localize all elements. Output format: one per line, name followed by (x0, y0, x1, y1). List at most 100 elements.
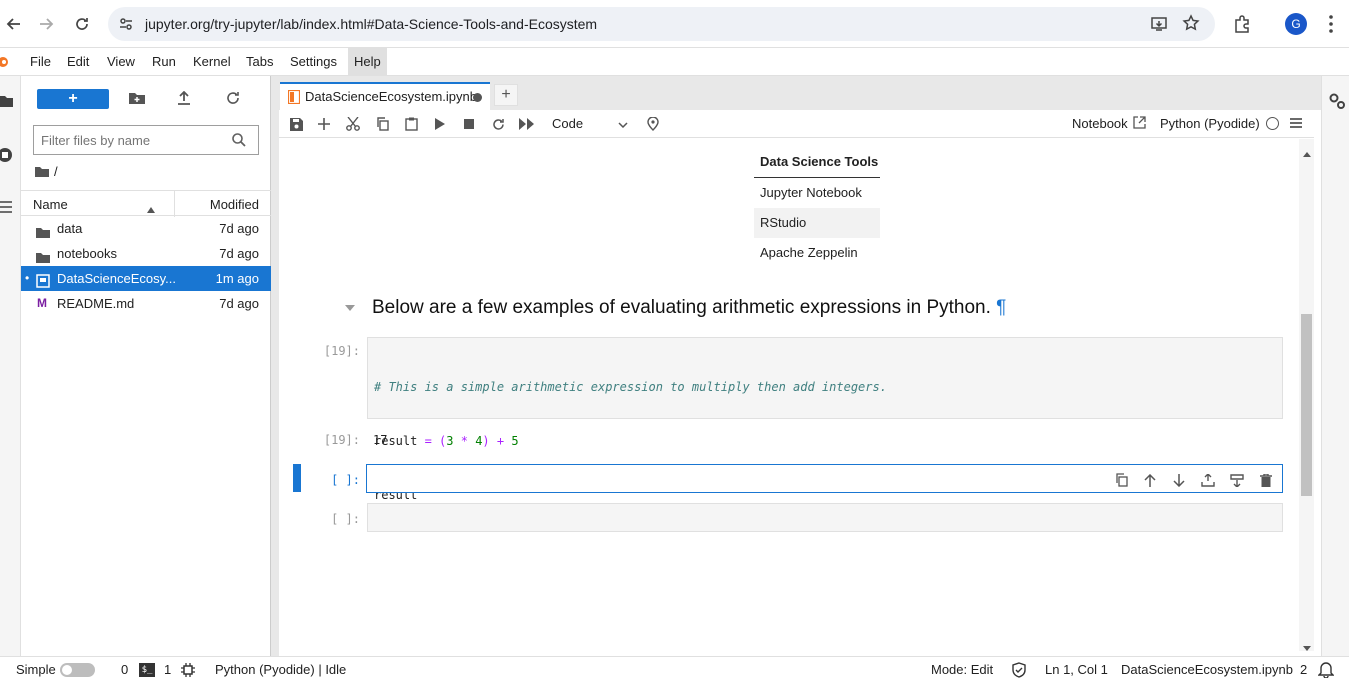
duplicate-cell-icon[interactable] (1110, 469, 1132, 491)
folder-tab-icon[interactable] (0, 94, 14, 111)
notebook-tab-icon (287, 89, 301, 107)
profile-avatar[interactable]: G (1285, 13, 1307, 35)
chevron-down-icon (618, 117, 628, 132)
delete-cell-icon[interactable] (1255, 469, 1277, 491)
stop-icon[interactable] (459, 114, 479, 134)
move-down-icon[interactable] (1168, 469, 1190, 491)
browser-bar: jupyter.org/try-jupyter/lab/index.html#D… (0, 0, 1349, 48)
code-cell-input[interactable] (367, 503, 1283, 532)
browser-menu-icon[interactable] (1324, 13, 1338, 35)
upload-icon[interactable] (177, 90, 191, 108)
running-tab-icon[interactable] (0, 146, 14, 167)
toc-tab-icon[interactable] (0, 200, 12, 217)
scrollbar-thumb[interactable] (1301, 314, 1312, 496)
insert-above-icon[interactable] (1197, 469, 1219, 491)
simple-mode-label: Simple (16, 662, 56, 677)
column-name[interactable]: Name (33, 197, 68, 212)
cut-icon[interactable] (343, 114, 363, 134)
kernel-status[interactable]: Python (Pyodide) | Idle (215, 662, 346, 677)
hamburger-menu-icon[interactable] (1290, 117, 1302, 132)
menu-file[interactable]: File (24, 48, 57, 76)
menu-kernel[interactable]: Kernel (187, 48, 237, 76)
code-cell-input[interactable]: # This is a simple arithmetic expression… (367, 337, 1283, 502)
external-link-icon[interactable] (1133, 116, 1146, 132)
bookmark-star-icon[interactable] (1182, 14, 1200, 35)
file-modified: 7d ago (219, 246, 259, 261)
heading-anchor-link[interactable]: ¶ (996, 297, 1006, 318)
scroll-up-icon[interactable] (1303, 145, 1311, 160)
breadcrumb[interactable]: / (54, 164, 58, 179)
tab-title: DataScienceEcosystem.ipynb (305, 89, 477, 104)
terminal-icon[interactable]: $_ (139, 663, 155, 677)
run-icon[interactable] (430, 114, 450, 134)
file-name: README.md (57, 296, 135, 311)
collapse-heading-icon[interactable] (345, 300, 355, 315)
file-name: DataScienceEcosy... (57, 271, 176, 286)
search-icon (232, 133, 246, 150)
shield-check-icon[interactable] (1012, 662, 1026, 681)
kernel-chip-icon[interactable] (181, 663, 195, 680)
kernel-name[interactable]: Python (Pyodide) (1160, 116, 1260, 131)
notebook-content: Data Science Tools Jupyter Notebook RStu… (279, 139, 1314, 651)
move-up-icon[interactable] (1139, 469, 1161, 491)
extensions-icon[interactable] (1232, 14, 1252, 37)
scrollbar[interactable] (1299, 139, 1314, 651)
address-bar[interactable]: jupyter.org/try-jupyter/lab/index.html#D… (108, 7, 1215, 41)
sort-ascending-icon (147, 201, 155, 216)
edit-mode: Mode: Edit (931, 662, 994, 677)
menu-view[interactable]: View (101, 48, 141, 76)
cell-type-select[interactable]: Code (546, 113, 630, 135)
menu-settings[interactable]: Settings (284, 48, 343, 76)
kernel-count: 1 (164, 662, 172, 677)
reload-icon[interactable] (68, 10, 96, 38)
menu-tabs[interactable]: Tabs (240, 48, 279, 76)
kernel-status-icon (1266, 117, 1279, 130)
insert-cell-icon[interactable] (314, 114, 334, 134)
install-app-icon[interactable] (1150, 15, 1168, 36)
forward-icon[interactable] (32, 10, 60, 38)
file-filter-box[interactable] (33, 125, 259, 155)
tab-notebook[interactable]: DataScienceEcosystem.ipynb (280, 82, 490, 110)
file-list-header: Name Modified (21, 190, 271, 217)
table-row: Apache Zeppelin (760, 245, 858, 260)
refresh-icon[interactable] (226, 91, 240, 108)
property-inspector-icon[interactable] (1328, 92, 1346, 113)
scroll-down-icon[interactable] (1303, 639, 1311, 651)
markdown-heading: Below are a few examples of evaluating a… (372, 297, 1006, 319)
file-row-readme[interactable]: M README.md 7d ago (21, 291, 271, 316)
restart-run-all-icon[interactable] (517, 114, 537, 134)
unsaved-dot-icon[interactable] (473, 93, 482, 102)
cursor-position[interactable]: Ln 1, Col 1 (1045, 662, 1108, 677)
cell-prompt: [19]: (323, 344, 360, 358)
breadcrumb-folder-icon[interactable] (35, 166, 49, 181)
site-settings-icon[interactable] (118, 16, 134, 35)
file-row-selected-notebook[interactable]: • DataScienceEcosy... 1m ago (21, 266, 271, 291)
cell-output: 17 (373, 433, 388, 447)
copy-icon[interactable] (372, 114, 392, 134)
status-bar: Simple 0 $_ 1 Python (Pyodide) | Idle Mo… (0, 656, 1349, 682)
bell-icon[interactable] (1317, 661, 1335, 681)
open-notebook-label[interactable]: Notebook (1072, 116, 1128, 131)
file-row-data[interactable]: data 7d ago (21, 216, 271, 241)
output-prompt: [19]: (323, 433, 360, 447)
insert-below-icon[interactable] (1226, 469, 1248, 491)
new-tab-icon[interactable]: + (494, 84, 518, 106)
panel-splitter[interactable] (271, 76, 279, 656)
new-launcher-button[interactable]: + (37, 89, 109, 109)
column-modified[interactable]: Modified (210, 197, 259, 212)
simple-mode-toggle[interactable] (60, 663, 95, 677)
cell-prompt: [ ]: (331, 473, 360, 487)
menu-help[interactable]: Help (348, 48, 387, 76)
save-icon[interactable] (286, 114, 306, 134)
back-icon[interactable] (0, 10, 28, 38)
restart-icon[interactable] (488, 114, 508, 134)
new-folder-icon[interactable] (129, 91, 145, 108)
active-code-cell[interactable] (366, 464, 1283, 493)
menu-run[interactable]: Run (146, 48, 182, 76)
paste-icon[interactable] (401, 114, 421, 134)
debugger-pin-icon[interactable] (643, 114, 663, 134)
open-indicator-icon: • (25, 271, 30, 285)
file-filter-input[interactable] (34, 126, 224, 154)
menu-edit[interactable]: Edit (61, 48, 95, 76)
file-row-notebooks[interactable]: notebooks 7d ago (21, 241, 271, 266)
